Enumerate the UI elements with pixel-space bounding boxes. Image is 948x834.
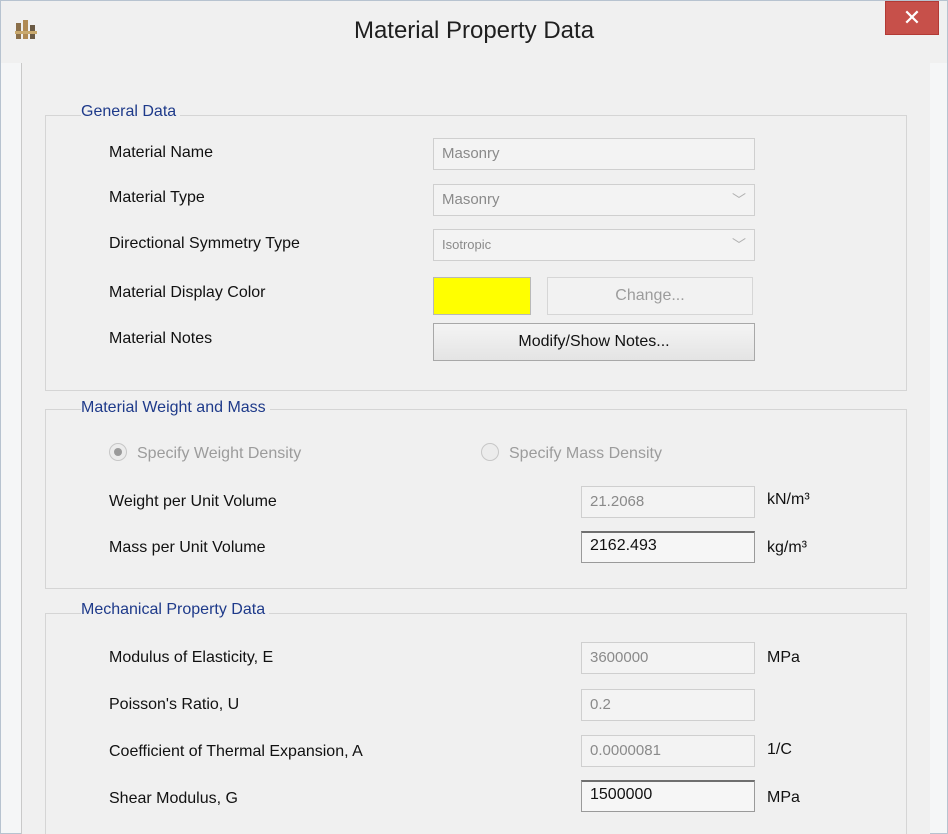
- title-bar: Material Property Data ✕: [1, 1, 947, 63]
- chevron-down-icon: ﹀: [732, 237, 746, 253]
- material-type-value: Masonry: [442, 191, 500, 208]
- material-type-select[interactable]: Masonry ﹀: [433, 184, 755, 216]
- shear-modulus-unit: MPa: [767, 789, 800, 806]
- symmetry-type-select[interactable]: Isotropic ﹀: [433, 229, 755, 261]
- weight-per-volume-label: Weight per Unit Volume: [109, 493, 277, 510]
- modify-show-notes-button[interactable]: Modify/Show Notes...: [433, 323, 755, 361]
- material-notes-label: Material Notes: [109, 330, 213, 347]
- poissons-ratio-input[interactable]: 0.2: [581, 689, 755, 721]
- thermal-expansion-label: Coefficient of Thermal Expansion, A: [109, 743, 363, 760]
- weight-mass-title: Material Weight and Mass: [81, 399, 270, 417]
- window-title: Material Property Data: [353, 17, 595, 44]
- specify-weight-density-radio[interactable]: Specify Weight Density: [109, 443, 301, 463]
- weight-per-volume-input[interactable]: 21.2068: [581, 486, 755, 518]
- mechanical-data-title: Mechanical Property Data: [81, 601, 270, 619]
- modulus-elasticity-input[interactable]: 3600000: [581, 642, 755, 674]
- general-data-title: General Data: [81, 103, 181, 121]
- material-name-label: Material Name: [109, 144, 214, 161]
- thermal-expansion-unit: 1/C: [767, 741, 792, 758]
- mass-per-volume-label: Mass per Unit Volume: [109, 539, 266, 556]
- mass-per-volume-input[interactable]: 2162.493: [581, 531, 755, 563]
- weight-unit: kN/m³: [767, 491, 810, 508]
- radio-unchecked-icon: [481, 443, 499, 461]
- display-color-label: Material Display Color: [109, 284, 266, 301]
- poissons-ratio-label: Poisson's Ratio, U: [109, 696, 240, 713]
- material-type-label: Material Type: [109, 189, 205, 206]
- modulus-elasticity-unit: MPa: [767, 649, 800, 666]
- shear-modulus-label: Shear Modulus, G: [109, 790, 238, 807]
- close-button[interactable]: ✕: [885, 1, 939, 35]
- mass-unit: kg/m³: [767, 539, 807, 556]
- display-color-swatch[interactable]: [433, 277, 531, 315]
- specify-weight-density-label: Specify Weight Density: [137, 445, 302, 462]
- material-name-input[interactable]: Masonry: [433, 138, 755, 170]
- shear-modulus-input[interactable]: 1500000: [581, 780, 755, 812]
- radio-checked-icon: [109, 443, 127, 461]
- material-property-dialog: Material Property Data ✕ General Data Ma…: [0, 0, 948, 834]
- thermal-expansion-input[interactable]: 0.0000081: [581, 735, 755, 767]
- chevron-down-icon: ﹀: [732, 192, 746, 208]
- change-color-button[interactable]: Change...: [547, 277, 753, 315]
- specify-mass-density-radio[interactable]: Specify Mass Density: [481, 443, 662, 463]
- specify-mass-density-label: Specify Mass Density: [509, 445, 662, 462]
- modulus-elasticity-label: Modulus of Elasticity, E: [109, 649, 274, 666]
- symmetry-type-label: Directional Symmetry Type: [109, 235, 300, 252]
- symmetry-type-value: Isotropic: [442, 237, 492, 252]
